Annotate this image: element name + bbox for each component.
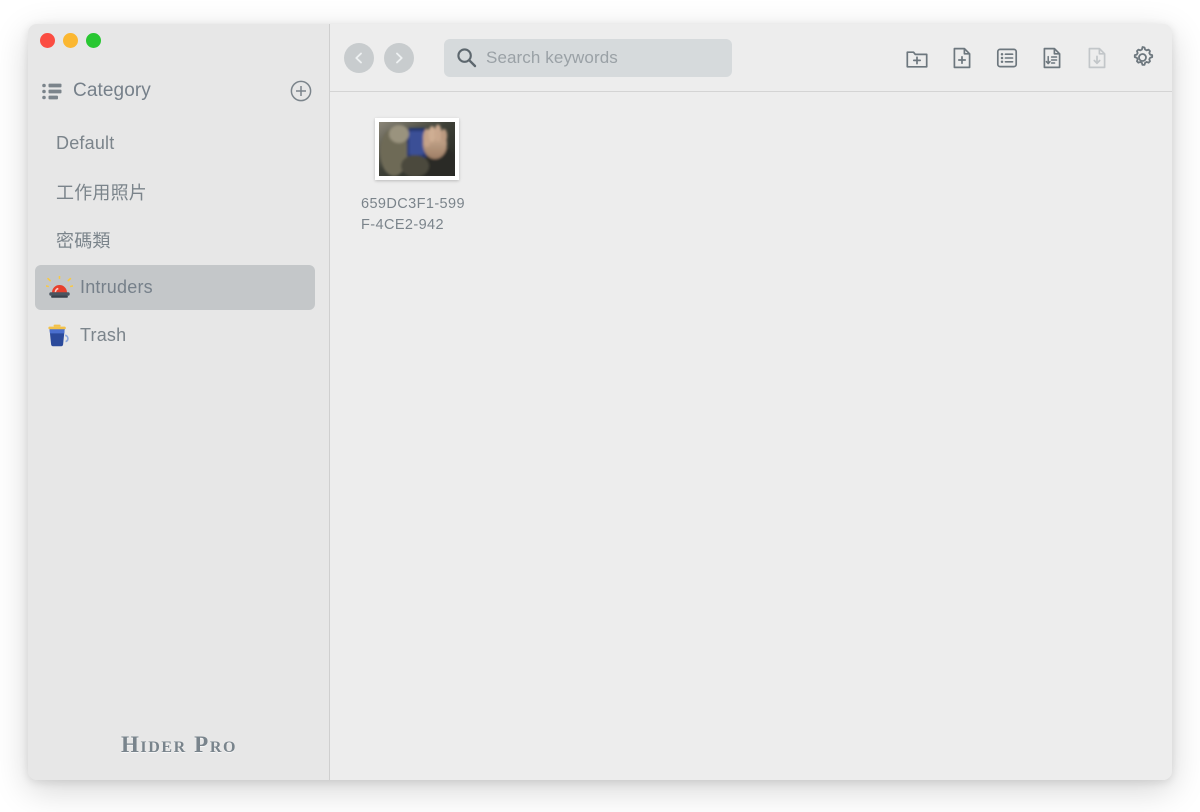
sidebar-item-intruders[interactable]: Intruders xyxy=(35,265,315,310)
sidebar-item-work-photos[interactable]: 工作用照片 xyxy=(35,169,315,214)
file-details-icon[interactable] xyxy=(1038,44,1066,72)
sidebar-item-label: 工作用照片 xyxy=(56,179,147,205)
back-button[interactable] xyxy=(344,43,374,73)
sidebar-item-label: Intruders xyxy=(80,277,153,298)
app-brand: Hider Pro xyxy=(28,732,330,758)
close-button[interactable] xyxy=(40,33,55,48)
new-file-icon[interactable] xyxy=(948,44,976,72)
sidebar-item-default[interactable]: Default xyxy=(35,121,315,166)
file-thumbnail-frame xyxy=(375,118,459,180)
maximize-button[interactable] xyxy=(86,33,101,48)
sidebar-item-trash[interactable]: Trash xyxy=(35,313,315,358)
app-window: Category Default 工作用照片 密碼類 xyxy=(28,24,1172,780)
sidebar: Category Default 工作用照片 密碼類 xyxy=(28,24,330,780)
window-controls xyxy=(40,33,101,48)
download-icon[interactable] xyxy=(1083,44,1111,72)
new-folder-icon[interactable] xyxy=(903,44,931,72)
navigation-buttons xyxy=(344,43,414,73)
search-icon xyxy=(456,47,477,68)
sidebar-item-passwords[interactable]: 密碼類 xyxy=(35,217,315,262)
gear-icon[interactable] xyxy=(1128,44,1156,72)
list-icon xyxy=(42,83,62,100)
file-item[interactable]: 659DC3F1-599F-4CE2-942 xyxy=(354,118,480,236)
category-header: Category xyxy=(28,72,330,110)
category-title: Category xyxy=(73,80,151,102)
chevron-left-icon xyxy=(352,51,366,65)
toolbar-actions xyxy=(903,44,1156,72)
minimize-button[interactable] xyxy=(63,33,78,48)
file-grid: 659DC3F1-599F-4CE2-942 xyxy=(330,92,1172,780)
search-placeholder: Search keywords xyxy=(486,48,618,68)
file-name: 659DC3F1-599F-4CE2-942 xyxy=(361,194,473,236)
main-pane: Search keywords xyxy=(330,24,1172,780)
trash-icon xyxy=(46,324,73,348)
sidebar-item-label: 密碼類 xyxy=(56,227,111,253)
sidebar-item-label: Default xyxy=(56,133,114,154)
siren-icon xyxy=(46,276,73,300)
search-input[interactable]: Search keywords xyxy=(444,39,732,77)
toolbar: Search keywords xyxy=(330,24,1172,92)
forward-button[interactable] xyxy=(384,43,414,73)
list-view-icon[interactable] xyxy=(993,44,1021,72)
plus-circle-icon[interactable] xyxy=(290,80,312,102)
sidebar-item-label: Trash xyxy=(80,325,126,346)
intruder-photo xyxy=(379,122,455,176)
category-list: Default 工作用照片 密碼類 xyxy=(28,118,330,361)
chevron-right-icon xyxy=(392,51,406,65)
screen: Category Default 工作用照片 密碼類 xyxy=(0,0,1200,812)
